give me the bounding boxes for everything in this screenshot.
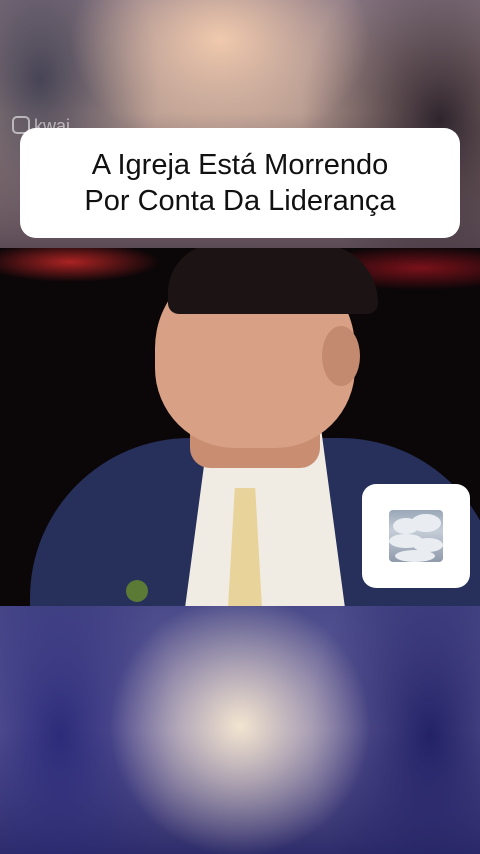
lapel-pin (126, 580, 148, 602)
speaker-hair (168, 248, 378, 314)
caption-line-1: A Igreja Está Morrendo (91, 149, 389, 181)
video-caption: A Igreja Está Morrendo Por Conta Da Lide… (20, 128, 460, 238)
caption-line-2: Por Conta Da Liderança (84, 185, 396, 217)
blurred-background-bottom (0, 606, 480, 854)
cloud-sticker[interactable] (362, 484, 470, 588)
cloud-sticker-icon (389, 510, 443, 562)
speaker-ear (322, 326, 360, 386)
